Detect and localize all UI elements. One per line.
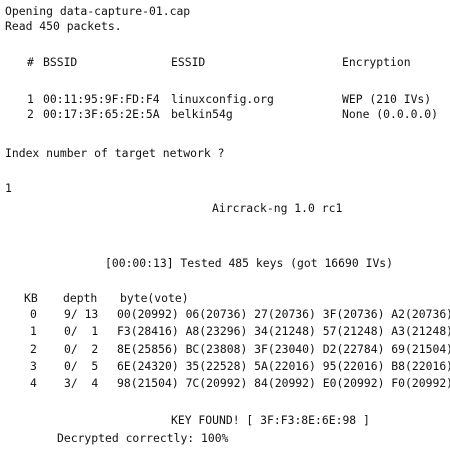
terminal-window: Opening data-capture-01.cap Read 450 pac… (0, 0, 450, 449)
networks-header-bssid: BSSID (43, 55, 78, 69)
opening-line: Opening data-capture-01.cap (5, 4, 191, 18)
kb-row-depth: 0/ 5 (64, 359, 99, 373)
network-row-encryption: WEP (210 IVs) (342, 92, 432, 106)
target-prompt: Index number of target network ? (5, 146, 225, 160)
kb-row-index: 4 (30, 376, 37, 390)
network-row-bssid: 00:11:95:9F:FD:F4 (43, 92, 160, 106)
kb-row-index: 3 (30, 359, 37, 373)
kb-row-index: 0 (30, 307, 37, 321)
key-found-line: KEY FOUND! [ 3F:F3:8E:6E:98 ] (171, 413, 370, 427)
network-row-essid: linuxconfig.org (171, 92, 274, 106)
network-row-encryption: None (0.0.0.0) (342, 107, 439, 121)
networks-header-essid: ESSID (171, 55, 206, 69)
kb-row-index: 1 (30, 324, 37, 338)
kb-header-depth: depth (63, 291, 98, 305)
kb-row-votes: F3(28416) A8(23296) 34(21248) 57(21248) … (117, 324, 450, 338)
kb-row-depth: 3/ 4 (64, 376, 99, 390)
kb-header-byte-vote: byte(vote) (120, 291, 189, 305)
kb-row-depth: 0/ 1 (64, 324, 99, 338)
networks-header-encryption: Encryption (342, 55, 411, 69)
kb-row-votes: 6E(24320) 35(22528) 5A(22016) 95(22016) … (117, 359, 450, 373)
banner-title: Aircrack-ng 1.0 rc1 (212, 201, 343, 215)
kb-header-kb: KB (24, 291, 38, 305)
kb-row-index: 2 (30, 342, 37, 356)
network-row-essid: belkin54g (171, 107, 233, 121)
user-input-line[interactable]: 1 (5, 181, 12, 195)
network-row-bssid: 00:17:3F:65:2E:5A (43, 107, 160, 121)
read-packets-line: Read 450 packets. (5, 19, 122, 33)
network-row-num: 1 (27, 92, 34, 106)
networks-header-num: # (27, 55, 34, 69)
status-line: [00:00:13] Tested 485 keys (got 16690 IV… (105, 256, 394, 270)
kb-row-votes: 8E(25856) BC(23808) 3F(23040) D2(22784) … (117, 342, 450, 356)
decrypted-line: Decrypted correctly: 100% (57, 431, 229, 445)
kb-row-depth: 9/ 13 (64, 307, 99, 321)
kb-row-votes: 00(20992) 06(20736) 27(20736) 3F(20736) … (117, 307, 450, 321)
kb-row-votes: 98(21504) 7C(20992) 84(20992) E0(20992) … (117, 376, 450, 390)
kb-row-depth: 0/ 2 (64, 342, 99, 356)
network-row-num: 2 (27, 107, 34, 121)
